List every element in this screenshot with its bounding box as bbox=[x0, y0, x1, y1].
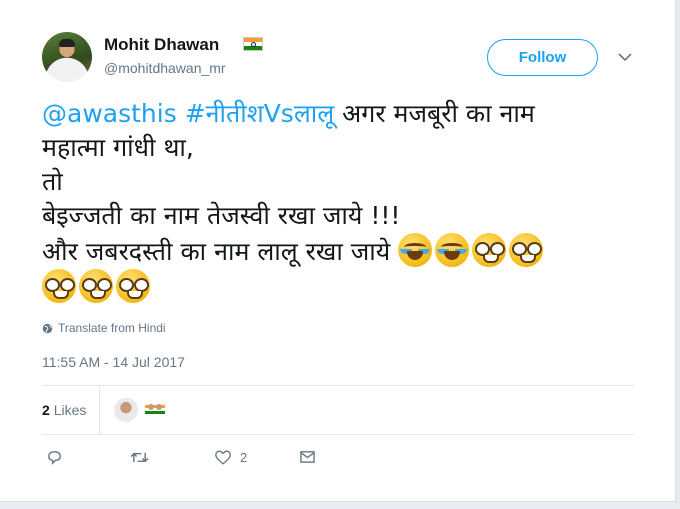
retweet-button[interactable] bbox=[130, 449, 149, 466]
tweet-line-2: महात्मा गांधी था, bbox=[42, 133, 194, 162]
divider bbox=[42, 385, 634, 386]
tweet-line-6 bbox=[42, 269, 642, 305]
heart-icon bbox=[215, 450, 231, 465]
tweet-line-1: @awasthis #नीतीशVsलालू अगर मजबूरी का नाम bbox=[42, 97, 642, 131]
divider bbox=[42, 434, 634, 435]
liker-avatar[interactable] bbox=[114, 398, 138, 422]
nerd-face-icon bbox=[79, 269, 113, 303]
tweet-text: @awasthis #नीतीशVsलालू अगर मजबूरी का नाम… bbox=[42, 97, 642, 305]
reply-button[interactable] bbox=[46, 449, 63, 466]
nerd-face-icon bbox=[472, 233, 507, 267]
tweet-line-5-text: और जबरदस्ती का नाम लालू रखा जाये bbox=[42, 237, 399, 266]
tweet-line-4: बेइज्जती का नाम तेजस्वी रखा जाये !!! bbox=[42, 201, 401, 230]
tweet-line-5: और जबरदस्ती का नाम लालू रखा जाये bbox=[42, 233, 642, 269]
tweet-card: Mohit Dhawan @mohitdhawan_mr Follow @awa… bbox=[0, 0, 676, 502]
like-count: 2 bbox=[240, 450, 248, 465]
likes-count[interactable]: 2 Likes bbox=[42, 402, 86, 418]
author-display-name[interactable]: Mohit Dhawan bbox=[104, 35, 219, 55]
translate-label: Translate from Hindi bbox=[58, 321, 166, 335]
author-handle[interactable]: @mohitdhawan_mr bbox=[104, 60, 226, 76]
hashtag-link[interactable]: #नीतीशVsलालू bbox=[185, 99, 335, 128]
mention-link[interactable]: @awasthis bbox=[42, 99, 177, 128]
likes-label: Likes bbox=[53, 402, 87, 418]
globe-icon bbox=[42, 323, 53, 333]
retweet-icon bbox=[130, 452, 149, 463]
divider-vertical bbox=[99, 386, 100, 434]
envelope-icon bbox=[300, 451, 315, 463]
liker-avatar[interactable] bbox=[143, 398, 167, 422]
tweet-line-1-text: अगर मजबूरी का नाम bbox=[334, 99, 535, 128]
tweet-line-3: तो bbox=[42, 167, 63, 196]
translate-link[interactable]: Translate from Hindi bbox=[42, 321, 166, 335]
like-button[interactable]: 2 bbox=[214, 449, 247, 466]
face-with-tears-of-joy-icon bbox=[398, 233, 433, 267]
chevron-down-icon[interactable] bbox=[616, 50, 634, 64]
india-flag-icon bbox=[243, 37, 263, 51]
reply-icon bbox=[48, 451, 61, 465]
likes-number: 2 bbox=[42, 402, 50, 418]
nerd-face-icon bbox=[42, 269, 76, 303]
nerd-face-icon bbox=[116, 269, 150, 303]
direct-message-button[interactable] bbox=[299, 449, 316, 464]
follow-button[interactable]: Follow bbox=[487, 39, 598, 76]
author-avatar[interactable] bbox=[42, 32, 92, 82]
tweet-timestamp[interactable]: 11:55 AM - 14 Jul 2017 bbox=[42, 354, 185, 370]
nerd-face-icon bbox=[509, 233, 544, 267]
face-with-tears-of-joy-icon bbox=[435, 233, 470, 267]
